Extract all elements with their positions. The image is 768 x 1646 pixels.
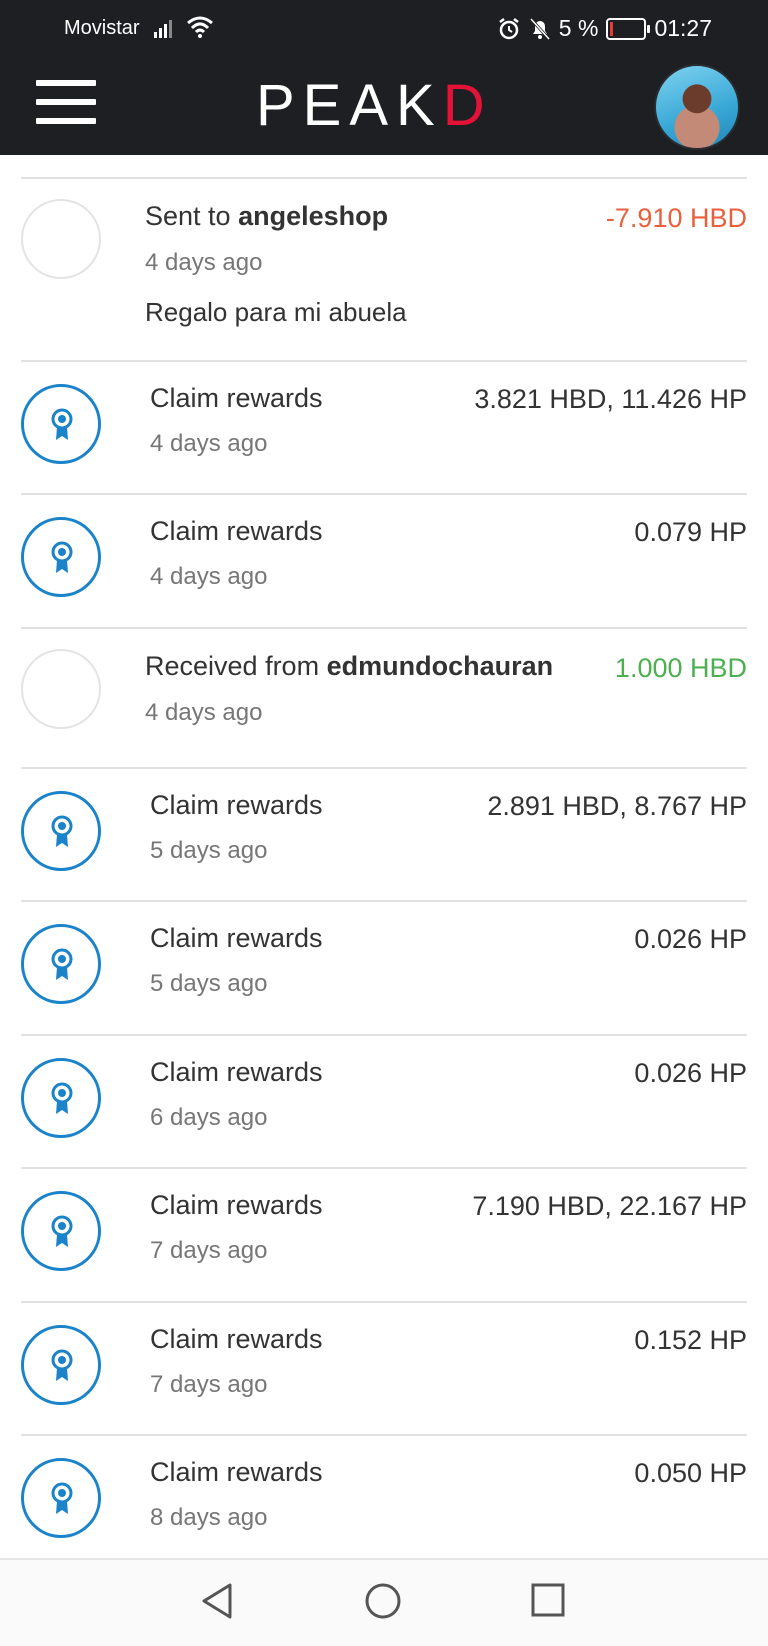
hamburger-menu-icon[interactable] (36, 80, 96, 124)
top-bar: Movistar 5 % 01:27 PEAKD (0, 0, 768, 155)
carrier-label: Movistar (64, 17, 140, 39)
transaction-amount: 0.152 HP (634, 1325, 747, 1355)
transaction-time: 8 days ago (150, 1504, 268, 1531)
award-icon (21, 1191, 101, 1271)
award-icon (21, 517, 101, 597)
award-icon (21, 924, 101, 1004)
logo-accent: D (442, 73, 493, 138)
transaction-title: Claim rewards (150, 923, 323, 953)
transaction-title: Claim rewards (150, 1190, 323, 1220)
transaction-time: 4 days ago (145, 699, 263, 726)
transaction-time: 4 days ago (150, 563, 268, 590)
transaction-prefix: Sent to (145, 201, 239, 231)
back-icon[interactable] (200, 1582, 236, 1620)
transaction-time: 6 days ago (150, 1104, 268, 1131)
transaction-row[interactable]: Claim rewards 8 days ago 0.050 HP (21, 1434, 747, 1566)
transaction-amount: 7.190 HBD, 22.167 HP (472, 1191, 747, 1221)
transaction-row[interactable]: Claim rewards 4 days ago 3.821 HBD, 11.426… (21, 360, 747, 495)
wifi-icon (187, 16, 213, 38)
transaction-amount: 0.050 HP (634, 1458, 747, 1488)
home-icon[interactable] (364, 1582, 402, 1620)
transaction-row[interactable]: Claim rewards 5 days ago 0.026 HP (21, 900, 747, 1036)
award-icon (21, 1325, 101, 1405)
status-bar: Movistar 5 % 01:27 (0, 0, 768, 58)
clock: 01:27 (654, 15, 712, 41)
transaction-memo: Regalo para mi abuela (145, 297, 407, 327)
battery-percent: 5 % (558, 15, 599, 41)
transaction-time: 4 days ago (145, 249, 263, 276)
notifications-off-icon (529, 17, 550, 40)
transaction-amount: 0.079 HP (634, 517, 747, 547)
transaction-title: Sent to angeleshop (145, 201, 388, 232)
alarm-icon (499, 17, 519, 39)
award-icon (21, 384, 101, 464)
transaction-row[interactable]: Received from edmundochauran 4 days ago 1.… (21, 627, 747, 769)
android-nav-bar (0, 1558, 768, 1646)
transaction-title: Received from edmundochauran (145, 651, 553, 682)
transaction-title: Claim rewards (150, 516, 323, 546)
transaction-title: Claim rewards (150, 383, 323, 413)
transaction-user-link[interactable]: angeleshop (238, 201, 388, 231)
transaction-amount: -7.910 HBD (605, 203, 747, 233)
transaction-title: Claim rewards (150, 790, 323, 820)
transaction-row[interactable]: Claim rewards 7 days ago 7.190 HBD, 22.167… (21, 1167, 747, 1303)
transaction-prefix: Received from (145, 651, 327, 681)
transaction-time: 7 days ago (150, 1237, 268, 1264)
transaction-row[interactable]: Claim rewards 6 days ago 0.026 HP (21, 1034, 747, 1169)
transaction-amount: 0.026 HP (634, 924, 747, 954)
transaction-title: Claim rewards (150, 1324, 323, 1354)
transaction-time: 4 days ago (150, 430, 268, 457)
battery-icon (606, 17, 651, 40)
award-icon (21, 791, 101, 871)
transaction-title: Claim rewards (150, 1057, 323, 1087)
transaction-time: 5 days ago (150, 970, 268, 997)
peakd-logo[interactable]: PEAKD (256, 72, 493, 138)
transaction-user-link[interactable]: edmundochauran (327, 651, 554, 681)
transaction-row[interactable]: Sent to angeleshop 4 days ago Regalo para … (21, 177, 747, 362)
transaction-amount: 3.821 HBD, 11.426 HP (474, 384, 747, 414)
transaction-amount: 1.000 HBD (614, 653, 747, 683)
transaction-amount: 0.026 HP (634, 1058, 747, 1088)
transaction-title: Claim rewards (150, 1457, 323, 1487)
transaction-time: 5 days ago (150, 837, 268, 864)
transaction-row[interactable]: Claim rewards 4 days ago 0.079 HP (21, 493, 747, 629)
transaction-amount: 2.891 HBD, 8.767 HP (487, 791, 747, 821)
avatar-placeholder[interactable] (21, 199, 101, 279)
signal-icon (154, 20, 172, 38)
avatar-placeholder[interactable] (21, 649, 101, 729)
recents-icon[interactable] (530, 1582, 566, 1618)
logo-text: PEAK (256, 73, 443, 138)
transaction-row[interactable]: Claim rewards 7 days ago 0.152 HP (21, 1301, 747, 1436)
transaction-time: 7 days ago (150, 1371, 268, 1398)
transaction-row[interactable]: Claim rewards 5 days ago 2.891 HBD, 8.767 … (21, 767, 747, 902)
status-right: 5 % 01:27 (497, 15, 712, 42)
user-avatar[interactable] (654, 64, 740, 150)
award-icon (21, 1058, 101, 1138)
award-icon (21, 1458, 101, 1538)
